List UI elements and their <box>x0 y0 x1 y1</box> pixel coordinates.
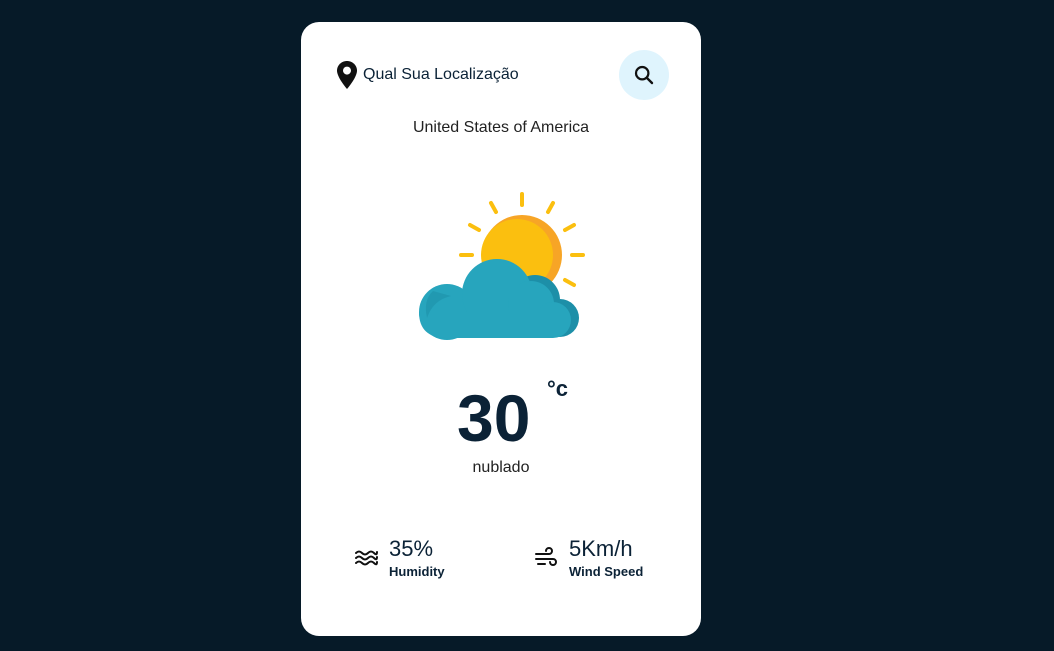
country-name: United States of America <box>412 119 590 136</box>
temperature-display: 30 °c <box>301 376 701 458</box>
wind-icon <box>535 547 557 566</box>
humidity-value: 35% <box>389 536 434 561</box>
search-bar <box>337 50 669 100</box>
wind-speed-label: Wind Speed <box>569 564 644 579</box>
weather-condition: nublado <box>472 459 530 476</box>
map-pin-icon <box>337 61 357 89</box>
location-search-input[interactable] <box>363 64 613 86</box>
partly-cloudy-icon <box>419 192 585 340</box>
wind-speed-value: 5Km/h <box>569 536 633 561</box>
weather-card: United States of America 30 °c <box>301 22 701 636</box>
humidity-label: Humidity <box>389 564 445 579</box>
wind-stat: 5Km/h Wind Speed <box>534 536 694 582</box>
search-icon <box>634 65 654 85</box>
temperature-value: 30 <box>457 381 531 455</box>
humidity-stat: 35% Humidity <box>354 536 504 582</box>
search-button[interactable] <box>619 50 669 100</box>
humidity-waves-icon <box>355 550 378 566</box>
temperature-unit: °c <box>547 376 569 401</box>
